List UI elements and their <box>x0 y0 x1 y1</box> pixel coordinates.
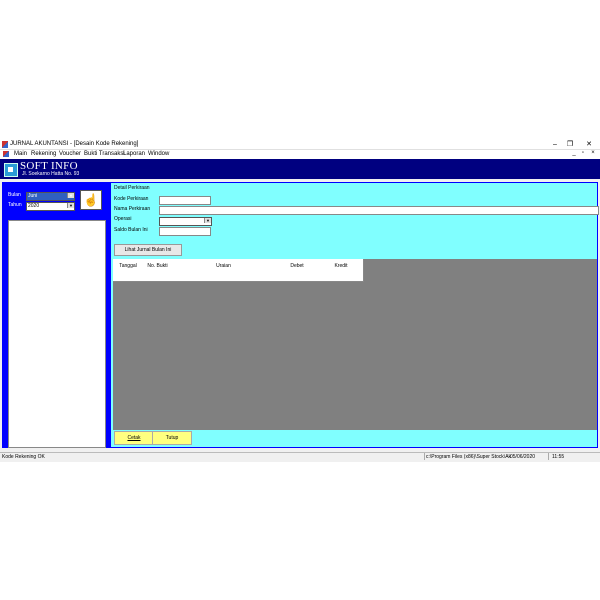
restore-icon[interactable]: ❐ <box>563 140 577 149</box>
column-debet[interactable]: Debet <box>275 259 320 275</box>
chevron-down-icon[interactable]: ▼ <box>67 203 74 208</box>
menu-rekening[interactable]: Rekening <box>31 151 56 157</box>
minimize-icon[interactable]: – <box>548 140 562 149</box>
chevron-down-icon[interactable]: ▼ <box>67 193 74 198</box>
nama-perkiraan-label: Nama Perkiraan <box>114 206 151 212</box>
table-cell[interactable] <box>143 274 173 282</box>
main-panel: Detail Perkiraan Kode Perkiraan Nama Per… <box>110 182 599 448</box>
mdi-close-icon[interactable]: × <box>589 150 597 156</box>
operasi-select[interactable]: ▼ <box>159 217 212 226</box>
mdi-app-icon[interactable] <box>3 151 9 157</box>
menu-bar: Main Rekening Voucher Bukti Transaksi La… <box>0 150 600 159</box>
bulan-label: Bulan <box>8 192 21 198</box>
menu-bukti-transaksi[interactable]: Bukti Transaksi <box>84 151 125 157</box>
column-tanggal[interactable]: Tanggal <box>113 259 144 275</box>
hand-pointer-icon: ☝ <box>83 193 99 207</box>
window-title: JURNAL AKUNTANSI - [Desain Kode Rekening… <box>10 141 139 147</box>
status-divider <box>548 453 549 460</box>
status-bar: Kode Rekening OK c:\Program Files (x86)\… <box>0 452 600 460</box>
operasi-label: Operasi <box>114 216 132 222</box>
table-cell[interactable] <box>172 274 276 282</box>
tahun-select[interactable]: 2020 ▼ <box>26 202 75 211</box>
column-no-bukti[interactable]: No. Bukti <box>143 259 173 275</box>
status-path: c:\Program Files (x86)\Super Stock\Ak <box>426 454 512 460</box>
table-cell[interactable] <box>113 274 144 282</box>
mdi-minimize-icon[interactable]: _ <box>570 150 578 156</box>
kode-perkiraan-label: Kode Perkiraan <box>114 196 149 202</box>
bulan-value: Juni <box>28 193 38 199</box>
cetak-button[interactable]: Cetak <box>114 431 154 445</box>
saldo-field[interactable] <box>159 227 211 236</box>
menu-window[interactable]: Window <box>148 151 169 157</box>
saldo-label: Saldo Bulan Ini <box>114 227 148 233</box>
status-date: 05/06/2020 <box>510 454 536 460</box>
logo-icon <box>4 163 18 177</box>
brand-address: Jl. Soekarno Hatta No. 93 <box>22 171 80 177</box>
menu-main[interactable]: Main <box>14 151 27 157</box>
kode-perkiraan-field[interactable] <box>159 196 211 205</box>
status-time: 11:55 <box>552 454 565 460</box>
tutup-button[interactable]: Tutup <box>152 431 192 445</box>
tahun-label: Tahun <box>8 202 22 208</box>
journal-grid[interactable]: Tanggal No. Bukti Uraian Debet Kredit <box>113 259 597 430</box>
left-panel: Bulan Juni ▼ Tahun 2020 ▼ ☝ <box>2 182 108 448</box>
menu-voucher[interactable]: Voucher <box>59 151 81 157</box>
table-cell[interactable] <box>275 274 320 282</box>
menu-laporan[interactable]: Laporan <box>123 151 145 157</box>
header-banner: SOFT INFO Jl. Soekarno Hatta No. 93 <box>0 159 600 179</box>
mdi-restore-icon[interactable]: ▫ <box>579 150 587 156</box>
status-message: Kode Rekening OK <box>2 454 45 460</box>
column-uraian[interactable]: Uraian <box>172 259 276 275</box>
lihat-jurnal-button[interactable]: Lihat Jurnal Bulan Ini <box>114 244 182 256</box>
app-icon <box>2 141 8 148</box>
account-list[interactable] <box>8 220 106 448</box>
status-divider <box>424 453 425 460</box>
tahun-value: 2020 <box>28 203 40 209</box>
title-bar: JURNAL AKUNTANSI - [Desain Kode Rekening… <box>0 140 600 150</box>
table-cell[interactable] <box>319 274 364 282</box>
chevron-down-icon[interactable]: ▼ <box>204 218 211 223</box>
column-kredit[interactable]: Kredit <box>319 259 364 275</box>
close-icon[interactable]: ✕ <box>582 140 596 149</box>
hand-pointer-button[interactable]: ☝ <box>80 190 102 210</box>
bulan-select[interactable]: Juni ▼ <box>26 192 75 201</box>
nama-perkiraan-field[interactable] <box>159 206 599 215</box>
section-label: Detail Perkiraan <box>114 185 150 191</box>
